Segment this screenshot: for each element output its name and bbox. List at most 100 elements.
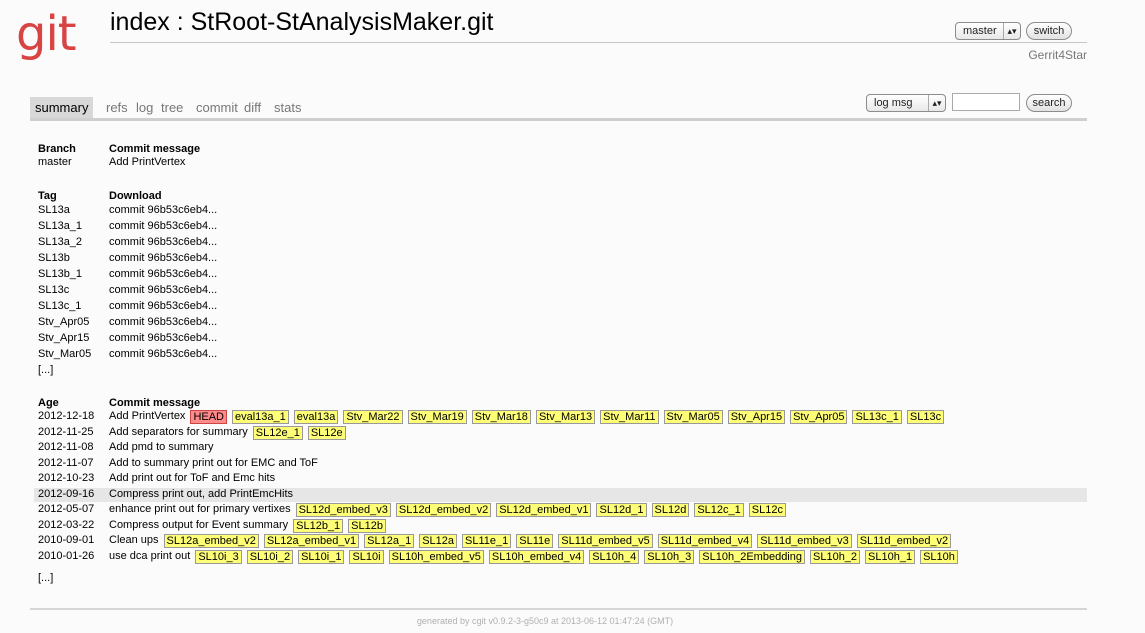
commit-message-link[interactable]: Add to summary print out for EMC and ToF — [109, 457, 318, 469]
tag-badge[interactable]: Stv_Mar22 — [343, 410, 403, 424]
tag-badge[interactable]: Stv_Apr05 — [790, 410, 848, 424]
tag-badge[interactable]: SL11e_1 — [462, 534, 512, 548]
tag-badge[interactable]: Stv_Mar18 — [471, 410, 531, 424]
download-link[interactable]: commit 96b53c6eb4... — [109, 300, 217, 313]
tag-badge[interactable]: Stv_Mar11 — [600, 410, 659, 424]
tag-link[interactable]: SL13a_1 — [38, 220, 82, 233]
search-input[interactable] — [952, 93, 1020, 111]
commit-message-link[interactable]: use dca print out — [109, 550, 190, 562]
cgit-logo[interactable]: git — [16, 6, 77, 62]
download-link[interactable]: commit 96b53c6eb4... — [109, 252, 217, 265]
tag-link[interactable]: SL13c — [38, 284, 69, 297]
tag-link[interactable]: SL13b_1 — [38, 268, 82, 281]
tag-badge[interactable]: SL11d_embed_v4 — [657, 534, 753, 548]
tab-refs[interactable]: refs — [101, 97, 133, 118]
tag-link[interactable]: Stv_Apr15 — [38, 332, 89, 345]
tag-badge[interactable]: SL13c_1 — [852, 410, 902, 424]
tag-badge[interactable]: SL10h_embed_v4 — [488, 550, 585, 564]
tag-badge[interactable]: eval13a — [293, 410, 339, 424]
commit-age: 2012-03-22 — [38, 519, 95, 531]
branch-name-link[interactable]: master — [38, 156, 72, 169]
col-commit-message: Commit message — [109, 143, 201, 155]
commit-message-link[interactable]: Add separators for summary — [109, 426, 248, 438]
search-type-select[interactable]: log msg ▴▾ — [866, 94, 946, 112]
tag-badge[interactable]: SL12a_1 — [364, 534, 415, 548]
commit-message-link[interactable]: Add pmd to summary — [109, 441, 214, 453]
tag-badge[interactable]: SL12c — [748, 503, 786, 517]
tag-badge[interactable]: SL10h_1 — [865, 550, 916, 564]
commit-message-link[interactable]: enhance print out for primary vertixes — [109, 503, 291, 515]
tag-badge[interactable]: SL10h_2 — [810, 550, 861, 564]
tag-badge[interactable]: SL10h_3 — [644, 550, 695, 564]
tag-link[interactable]: Stv_Mar05 — [38, 348, 91, 361]
search-type-value: log msg — [874, 97, 913, 109]
commit-message-link[interactable]: Compress print out, add PrintEmcHits — [109, 488, 293, 500]
select-arrows-icon: ▴▾ — [928, 95, 945, 111]
tab-commit[interactable]: commit — [191, 97, 243, 118]
tag-link[interactable]: SL13a — [38, 204, 70, 217]
tag-badge[interactable]: Stv_Mar19 — [407, 410, 467, 424]
branch-commit-link[interactable]: Add PrintVertex — [109, 156, 185, 169]
tag-badge[interactable]: Stv_Mar13 — [535, 410, 596, 424]
tag-badge[interactable]: SL12d_embed_v3 — [295, 503, 391, 517]
commit-message-link[interactable]: Add PrintVertex — [109, 410, 185, 422]
branch-select[interactable]: master ▴▾ — [955, 22, 1021, 40]
download-link[interactable]: commit 96b53c6eb4... — [109, 332, 217, 345]
tag-badge[interactable]: SL12e — [307, 426, 346, 440]
tag-link[interactable]: SL13b — [38, 252, 70, 265]
tag-badge[interactable]: SL10h_2Embedding — [699, 550, 805, 564]
tag-badge[interactable]: SL10h_4 — [589, 550, 640, 564]
tag-link[interactable]: Stv_Apr05 — [38, 316, 89, 329]
switch-button[interactable]: switch — [1026, 22, 1072, 40]
tag-badge[interactable]: SL12c_1 — [694, 503, 744, 517]
tag-badge[interactable]: SL12e_1 — [252, 426, 303, 440]
tag-badge[interactable]: SL12b — [348, 519, 386, 533]
tab-summary[interactable]: summary — [30, 97, 94, 118]
tag-badge[interactable]: SL11d_embed_v2 — [856, 534, 952, 548]
tab-diff[interactable]: diff — [239, 97, 266, 118]
tag-badge[interactable]: SL10i_3 — [195, 550, 242, 564]
tag-badge[interactable]: SL13c — [906, 410, 945, 424]
tag-badge[interactable]: SL10i_1 — [298, 550, 345, 564]
tag-link[interactable]: SL13c_1 — [38, 300, 81, 313]
tag-badge[interactable]: SL12d_1 — [596, 503, 647, 517]
tag-badge[interactable]: SL11d_embed_v3 — [757, 534, 852, 548]
tag-badge[interactable]: SL11d_embed_v5 — [558, 534, 653, 548]
commit-message-link[interactable]: Compress output for Event summary — [109, 519, 288, 531]
tag-badge[interactable]: SL12a — [419, 534, 457, 548]
commit-message-link[interactable]: Clean ups — [109, 534, 159, 546]
head-badge[interactable]: HEAD — [190, 410, 227, 424]
tag-link[interactable]: SL13a_2 — [38, 236, 82, 249]
tag-badge[interactable]: SL12d_embed_v2 — [395, 503, 492, 517]
download-link[interactable]: commit 96b53c6eb4... — [109, 220, 217, 233]
tab-stats[interactable]: stats — [269, 97, 306, 118]
search-button[interactable]: search — [1026, 94, 1072, 112]
download-link[interactable]: commit 96b53c6eb4... — [109, 204, 217, 217]
download-link[interactable]: commit 96b53c6eb4... — [109, 348, 217, 361]
tag-badge[interactable]: SL10i — [349, 550, 384, 564]
download-link[interactable]: commit 96b53c6eb4... — [109, 268, 217, 281]
download-link[interactable]: commit 96b53c6eb4... — [109, 284, 217, 297]
commit-message-cell: use dca print out SL10i_3 SL10i_2 SL10i_1 SL… — [109, 550, 958, 564]
tab-tree[interactable]: tree — [156, 97, 188, 118]
tag-badge[interactable]: SL12b_1 — [293, 519, 344, 533]
tag-badge[interactable]: SL12a_embed_v2 — [163, 534, 259, 548]
commit-message-cell: Compress print out, add PrintEmcHits — [109, 488, 293, 501]
tag-badge[interactable]: SL10h_embed_v5 — [388, 550, 484, 564]
tag-badge[interactable]: SL10h — [920, 550, 958, 564]
tag-badge[interactable]: eval13a_1 — [232, 410, 289, 424]
commit-age: 2012-11-07 — [38, 457, 94, 469]
tag-badge[interactable]: Stv_Apr15 — [727, 410, 786, 424]
col-commit-message: Commit message — [109, 397, 201, 409]
tag-badge[interactable]: SL11e — [516, 534, 554, 548]
col-tag: Tag — [38, 190, 57, 202]
tag-badge[interactable]: SL12d — [651, 503, 690, 517]
tag-badge[interactable]: SL12d_embed_v1 — [496, 503, 592, 517]
download-link[interactable]: commit 96b53c6eb4... — [109, 316, 217, 329]
tag-badge[interactable]: SL10i_2 — [246, 550, 294, 564]
download-link[interactable]: commit 96b53c6eb4... — [109, 236, 217, 249]
commit-message-link[interactable]: Add print out for ToF and Emc hits — [109, 472, 275, 484]
tab-log[interactable]: log — [131, 97, 158, 118]
tag-badge[interactable]: SL12a_embed_v1 — [263, 534, 360, 548]
tag-badge[interactable]: Stv_Mar05 — [663, 410, 723, 424]
